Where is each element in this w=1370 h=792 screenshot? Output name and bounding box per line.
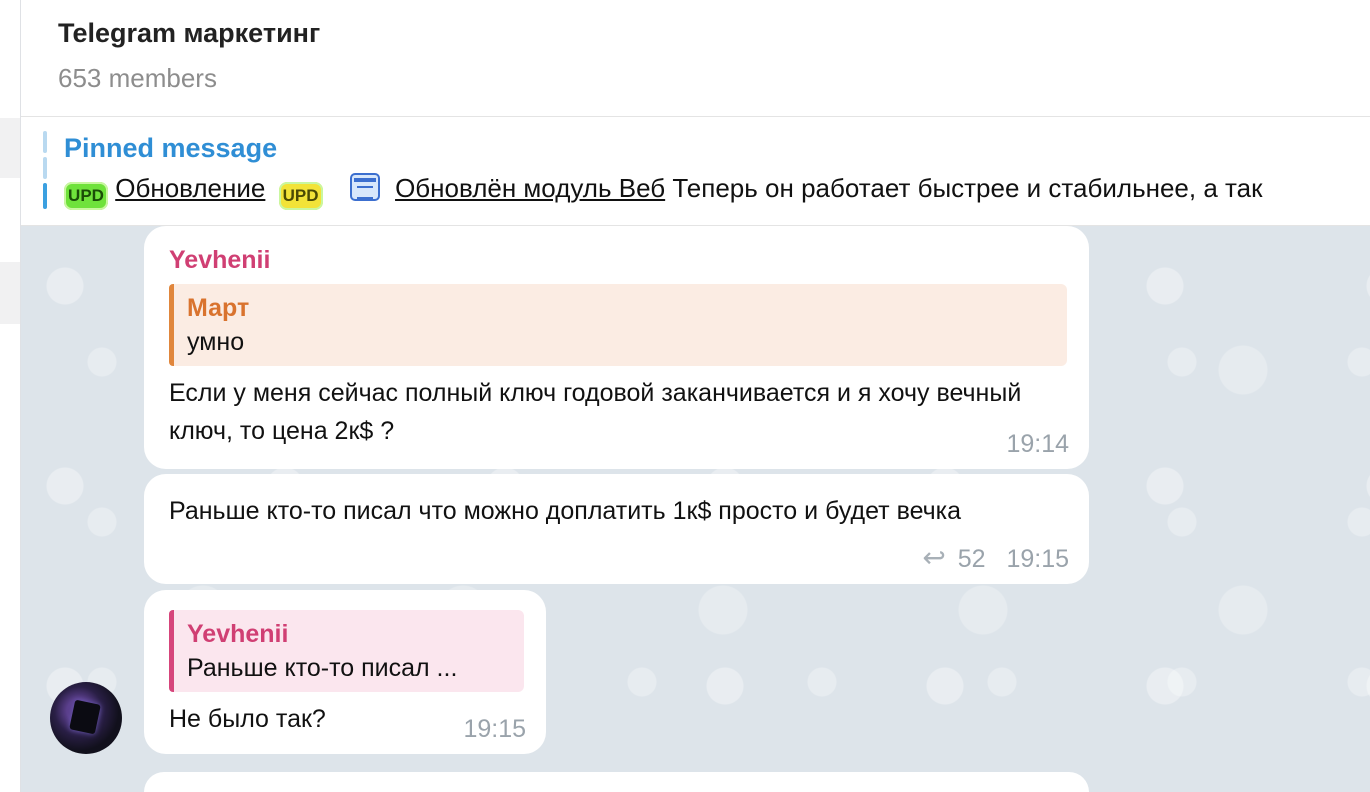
pinned-label: Pinned message xyxy=(64,133,278,163)
pinned-link-module[interactable]: Обновлён модуль Веб xyxy=(395,173,665,203)
message-meta: ↩ 52 19:15 xyxy=(922,541,1069,574)
reply-text: умно xyxy=(187,328,245,356)
reply-sender: Yevhenii xyxy=(187,620,289,648)
member-count: 653 members xyxy=(58,63,217,93)
reply-sender: Март xyxy=(187,294,250,322)
message-time: 19:14 xyxy=(1006,430,1069,458)
message-time: 19:15 xyxy=(1006,545,1069,573)
message-bubble-partial[interactable] xyxy=(144,772,1089,792)
chat-header[interactable]: Telegram маркетинг 653 members xyxy=(21,0,1370,117)
reply-text: Раньше кто-то писал ... xyxy=(187,654,458,682)
pinned-indicator xyxy=(43,131,47,209)
reply-count[interactable]: 52 xyxy=(958,545,986,573)
chat-title[interactable]: Telegram маркетинг xyxy=(58,18,320,49)
message-bubble[interactable]: Yevhenii Март умно Если у меня сейчас по… xyxy=(144,226,1089,469)
reply-quote[interactable]: Yevhenii Раньше кто-то писал ... xyxy=(169,610,524,692)
message-bubble[interactable]: Yevhenii Раньше кто-то писал ... Не было… xyxy=(144,590,546,754)
left-panel-item[interactable] xyxy=(0,262,20,324)
left-panel-item[interactable] xyxy=(0,118,20,178)
message-bubble[interactable]: Раньше кто-то писал что можно доплатить … xyxy=(144,474,1089,584)
message-meta: 19:15 xyxy=(463,715,526,744)
sender-name[interactable]: Yevhenii xyxy=(169,246,1067,275)
left-panel-edge xyxy=(0,0,21,792)
pinned-preview-text: Теперь он работает быстрее и стабильнее,… xyxy=(672,173,1263,203)
upd-badge-icon: UPD xyxy=(64,182,108,210)
message-text: Раньше кто-то писал что можно доплатить … xyxy=(169,497,962,525)
avatar[interactable] xyxy=(50,682,122,754)
reply-arrow-icon[interactable]: ↩ xyxy=(922,541,945,574)
reply-quote[interactable]: Март умно xyxy=(169,284,1067,366)
message-time: 19:15 xyxy=(463,715,526,743)
message-list[interactable]: Yevhenii Март умно Если у меня сейчас по… xyxy=(21,226,1370,792)
pinned-link-update[interactable]: Обновление xyxy=(115,173,265,203)
upd-badge-icon: UPD xyxy=(278,182,323,210)
message-meta: 19:14 xyxy=(1006,430,1069,459)
pinned-text[interactable]: UPD Обновление UPD Обновлён модуль Веб Т… xyxy=(64,173,1262,210)
message-text: Если у меня сейчас полный ключ годовой з… xyxy=(169,379,1022,445)
document-icon xyxy=(349,173,380,201)
pinned-message-bar[interactable]: Pinned message UPD Обновление UPD Обновл… xyxy=(21,117,1370,226)
